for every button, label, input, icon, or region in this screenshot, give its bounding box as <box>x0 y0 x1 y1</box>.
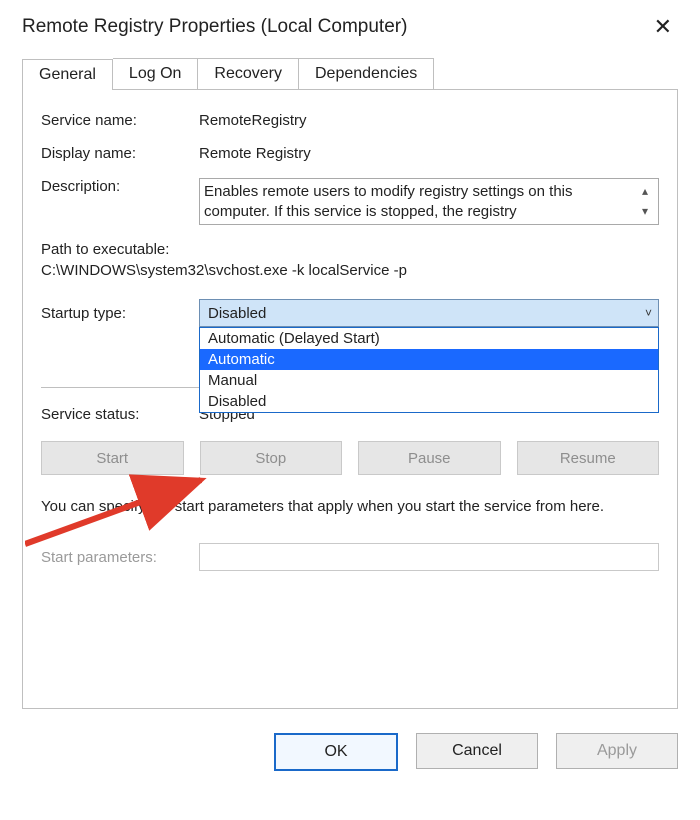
value-service-name: RemoteRegistry <box>199 112 659 129</box>
label-start-parameters: Start parameters: <box>41 549 199 566</box>
label-startup-type: Startup type: <box>41 305 199 322</box>
start-parameters-note: You can specify the start parameters tha… <box>41 497 659 517</box>
start-parameters-input <box>199 543 659 571</box>
chevron-down-icon: ˅ <box>645 306 652 320</box>
scroll-down-icon[interactable]: ▾ <box>642 202 648 222</box>
stop-button[interactable]: Stop <box>200 441 343 475</box>
dialog-window: Remote Registry Properties (Local Comput… <box>0 0 700 820</box>
service-action-buttons: Start Stop Pause Resume <box>41 441 659 475</box>
tab-dependencies[interactable]: Dependencies <box>299 58 434 89</box>
startup-option-delayed[interactable]: Automatic (Delayed Start) <box>200 328 658 349</box>
window-title: Remote Registry Properties (Local Comput… <box>22 16 407 38</box>
startup-option-disabled[interactable]: Disabled <box>200 391 658 412</box>
tab-panel-general: Service name: RemoteRegistry Display nam… <box>22 89 678 709</box>
label-service-name: Service name: <box>41 112 199 129</box>
startup-type-dropdown: Automatic (Delayed Start) Automatic Manu… <box>199 327 659 413</box>
apply-button[interactable]: Apply <box>556 733 678 769</box>
close-icon[interactable]: ✕ <box>648 14 678 40</box>
scroll-up-icon[interactable]: ▴ <box>642 182 648 202</box>
tab-recovery[interactable]: Recovery <box>198 58 299 89</box>
resume-button[interactable]: Resume <box>517 441 660 475</box>
startup-option-manual[interactable]: Manual <box>200 370 658 391</box>
start-button[interactable]: Start <box>41 441 184 475</box>
description-box[interactable]: Enables remote users to modify registry … <box>199 178 659 225</box>
value-path: C:\WINDOWS\system32\svchost.exe -k local… <box>41 262 659 279</box>
pause-button[interactable]: Pause <box>358 441 501 475</box>
dialog-button-row: OK Cancel Apply <box>22 733 678 771</box>
description-text: Enables remote users to modify registry … <box>204 182 636 221</box>
label-display-name: Display name: <box>41 145 199 162</box>
cancel-button[interactable]: Cancel <box>416 733 538 769</box>
value-display-name: Remote Registry <box>199 145 659 162</box>
startup-type-value: Disabled <box>208 305 266 322</box>
label-service-status: Service status: <box>41 406 199 423</box>
startup-option-automatic[interactable]: Automatic <box>200 349 658 370</box>
tab-strip: General Log On Recovery Dependencies <box>22 58 678 89</box>
tab-general[interactable]: General <box>22 59 113 90</box>
tab-log-on[interactable]: Log On <box>113 58 198 89</box>
description-scroll: ▴ ▾ <box>636 182 654 221</box>
startup-type-combo[interactable]: Disabled ˅ <box>199 299 659 327</box>
label-description: Description: <box>41 178 199 195</box>
label-path: Path to executable: <box>41 241 659 258</box>
titlebar: Remote Registry Properties (Local Comput… <box>22 12 678 50</box>
ok-button[interactable]: OK <box>274 733 398 771</box>
